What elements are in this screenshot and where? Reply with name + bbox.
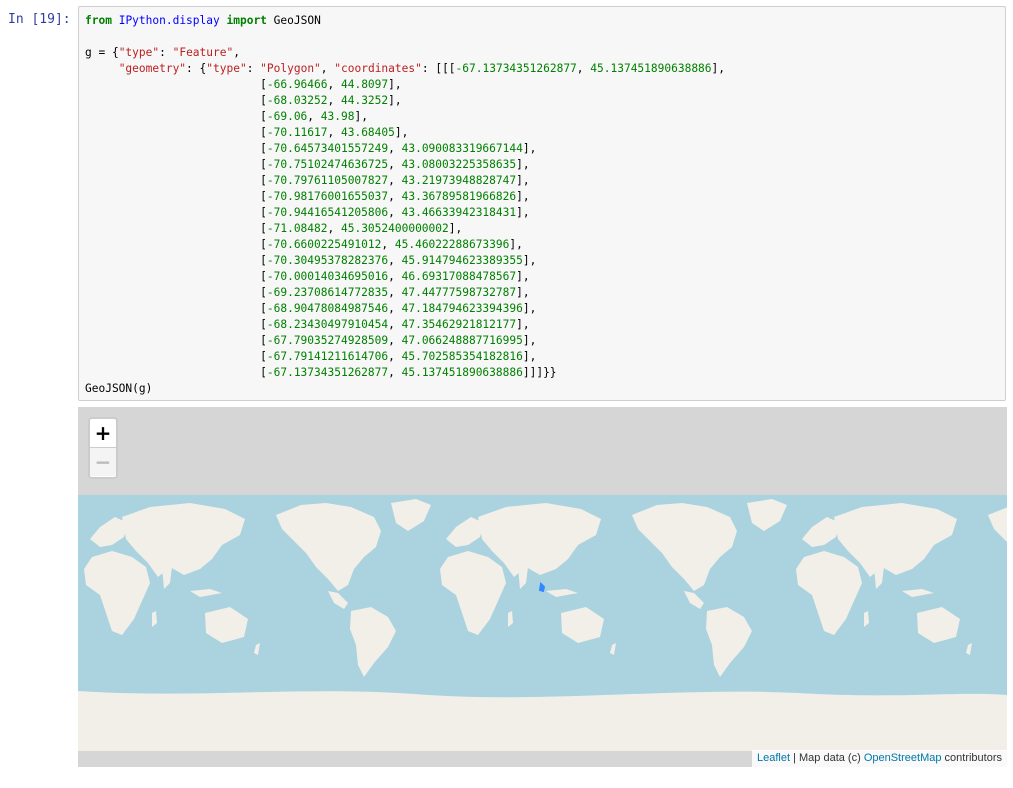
map-attribution: Leaflet | Map data (c) OpenStreetMap con… — [752, 750, 1007, 767]
coord-lon: -67.13734351262877 — [266, 366, 389, 379]
coord-lat: 43.68405 — [340, 126, 395, 139]
cell-prompt: In [19]: — [8, 12, 71, 27]
coord-lon: -71.08482 — [266, 222, 328, 235]
keyword-import: import — [226, 14, 267, 27]
attribution-text: | Map data (c) — [790, 752, 864, 764]
coord-lat: 45.137451890638886 — [590, 62, 712, 75]
coord-lon: -68.90478084987546 — [266, 302, 389, 315]
coord-lat: 43.090083319667144 — [401, 142, 523, 155]
coord-lon: -68.03252 — [266, 94, 328, 107]
antarctica — [78, 691, 1007, 751]
coord-lat: 44.8097 — [340, 78, 389, 91]
attribution-suffix: contributors — [941, 752, 1002, 764]
coord-lon: -70.75102474636725 — [266, 158, 389, 171]
coord-lat: 43.21973948828747 — [401, 174, 517, 187]
coord-lat: 45.702585354182816 — [401, 350, 523, 363]
coord-lat: 45.137451890638886 — [401, 366, 523, 379]
coord-lon: -70.11617 — [266, 126, 328, 139]
key-geometry: "geometry" — [118, 62, 187, 75]
geojson-polygon — [538, 581, 546, 593]
module-name: IPython.display — [118, 14, 220, 27]
coord-lat: 45.46022288673396 — [394, 238, 510, 251]
coord-lat: 43.36789581966826 — [401, 190, 517, 203]
code-last-line: GeoJSON(g) — [85, 382, 153, 395]
key-type-inner: "type" — [206, 62, 247, 75]
import-name: GeoJSON — [273, 14, 321, 27]
coord-lat: 43.08003225358635 — [401, 158, 517, 171]
coord-lon: -67.13734351262877 — [455, 62, 577, 75]
coord-lat: 43.46633942318431 — [401, 206, 517, 219]
coord-lon: -70.98176001655037 — [266, 190, 389, 203]
coord-lat: 47.184794623394396 — [401, 302, 523, 315]
coord-lat: 46.69317088478567 — [401, 270, 517, 283]
maine-polygon — [538, 581, 546, 593]
value-feature: "Feature" — [172, 46, 234, 59]
coord-lon: -70.94416541205806 — [266, 206, 389, 219]
openstreetmap-link[interactable]: OpenStreetMap — [864, 752, 942, 764]
leaflet-link[interactable]: Leaflet — [757, 752, 790, 764]
coord-lat: 47.35462921812177 — [401, 318, 517, 331]
coordinate-list: [[[-67.13734351262877, 45.13745189063888… — [260, 62, 726, 379]
keyword-from: from — [85, 14, 112, 27]
coord-lon: -70.00014034695016 — [266, 270, 389, 283]
coord-lat: 44.3252 — [340, 94, 389, 107]
coord-lon: -67.79035274928509 — [266, 334, 389, 347]
zoom-in-button[interactable]: + — [90, 419, 116, 448]
coord-lon: -70.64573401557249 — [266, 142, 389, 155]
coord-lon: -69.06 — [266, 110, 308, 123]
coord-lat: 47.44777598732787 — [401, 286, 517, 299]
coord-lon: -70.6600225491012 — [266, 238, 382, 251]
coord-lat: 47.066248887716995 — [401, 334, 523, 347]
coord-lon: -67.79141211614706 — [266, 350, 389, 363]
coord-lon: -68.23430497910454 — [266, 318, 389, 331]
coord-lon: -69.23708614772835 — [266, 286, 389, 299]
value-polygon: "Polygon" — [260, 62, 321, 75]
map-output[interactable]: + − Leaflet | Map data (c) OpenStreetMap… — [78, 407, 1007, 767]
key-type: "type" — [118, 46, 160, 59]
key-coordinates: "coordinates" — [334, 62, 422, 75]
code-cell[interactable]: from IPython.display import GeoJSON g = … — [78, 6, 1006, 401]
coord-lat: 45.914794623389355 — [401, 254, 523, 267]
coord-lon: -70.30495378282376 — [266, 254, 389, 267]
coord-lon: -66.96466 — [266, 78, 328, 91]
coord-lat: 43.98 — [320, 110, 355, 123]
coord-lon: -70.79761105007827 — [266, 174, 389, 187]
coord-lat: 45.3052400000002 — [340, 222, 449, 235]
var-decl: g = { — [85, 46, 119, 59]
zoom-control: + − — [88, 417, 118, 479]
code-editor[interactable]: from IPython.display import GeoJSON g = … — [85, 13, 725, 397]
world-map-tiles[interactable] — [78, 495, 1007, 751]
zoom-out-button[interactable]: − — [90, 448, 116, 476]
